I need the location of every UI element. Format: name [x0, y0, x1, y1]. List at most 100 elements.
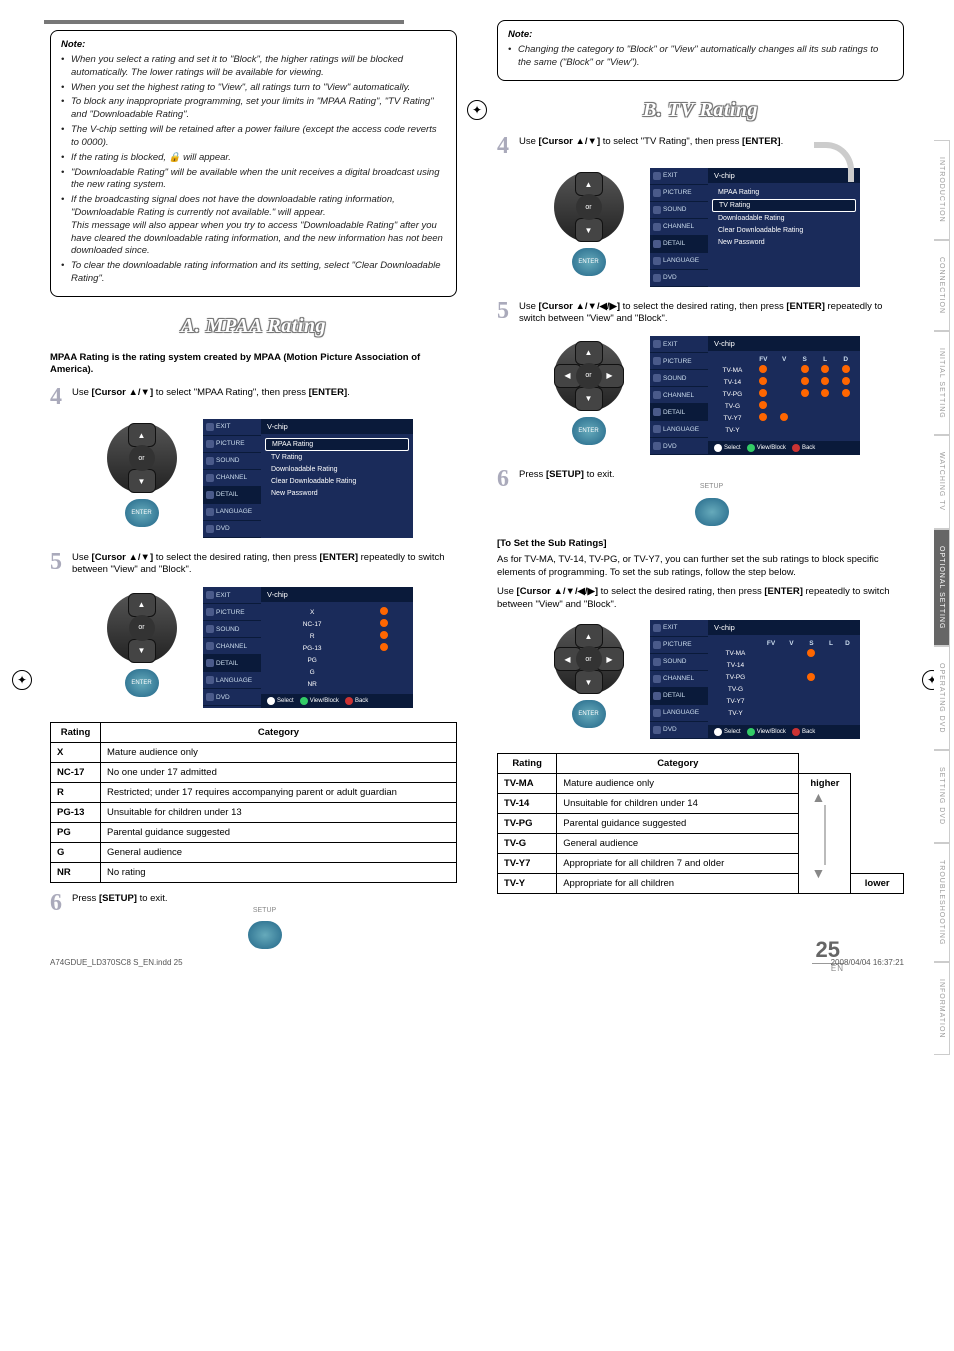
lower-label: lower	[865, 878, 890, 889]
dpad-center: or	[129, 615, 155, 641]
rating-desc: Unsuitable for children under 13	[101, 803, 457, 823]
channel-icon	[206, 474, 214, 482]
txt: Use	[519, 136, 539, 147]
language-icon	[206, 676, 214, 684]
exit-icon	[653, 340, 661, 348]
viewblock-icon	[747, 444, 755, 452]
page-footer: 25 EN	[812, 937, 844, 973]
section-title-label: B. TV Rating	[643, 99, 758, 121]
cell: G	[265, 666, 359, 678]
picture-icon	[206, 440, 214, 448]
osd-item: TV Rating	[265, 452, 409, 463]
dpad-down-icon: ▼	[128, 639, 156, 663]
osd-sidebar-item: PICTURE	[203, 436, 261, 453]
osd-item: Clear Downloadable Rating	[712, 225, 856, 236]
txt: to select "MPAA Rating", then press	[153, 387, 308, 398]
channel-icon	[653, 391, 661, 399]
osd-sidebar-item: CHANNEL	[203, 470, 261, 487]
txt: to select "TV Rating", then press	[600, 136, 742, 147]
rating-desc: No one under 17 admitted	[101, 763, 457, 783]
row: TV-14	[712, 376, 753, 388]
arrow-down-icon: ▼	[805, 865, 831, 881]
txt: to select the desired rating, then press	[620, 301, 786, 312]
sub-ratings-body: As for TV-MA, TV-14, TV-PG, or TV-Y7, yo…	[497, 553, 904, 580]
rating-code: TV-14	[498, 793, 557, 813]
section-tab: TROUBLESHOOTING	[934, 843, 950, 962]
dvd-icon	[206, 693, 214, 701]
osd-sidebar-item: DETAIL	[650, 404, 708, 421]
osd-item: MPAA Rating	[712, 187, 856, 198]
lock-icon	[821, 377, 829, 385]
osd-item: Downloadable Rating	[265, 464, 409, 475]
note-item: The V-chip setting will be retained afte…	[61, 124, 446, 150]
osd-title: V-chip	[261, 587, 413, 602]
lbl: PICTURE	[663, 358, 692, 365]
section-tab: SETTING DVD	[934, 750, 950, 842]
txt: Press	[72, 893, 99, 904]
osd-sidebar-item: CHANNEL	[650, 671, 708, 688]
enter-button-icon: ENTER	[572, 700, 606, 728]
note-item: If the rating is blocked, 🔒 will appear.	[61, 152, 446, 165]
osd-sidebar-item: EXIT	[650, 168, 708, 185]
dpad-up-icon: ▲	[575, 624, 603, 648]
row: TV-Y7	[712, 412, 753, 424]
sound-icon	[206, 457, 214, 465]
note-item: If the broadcasting signal does not have…	[61, 194, 446, 258]
header-rule	[44, 20, 404, 24]
rating-code: TV-PG	[498, 813, 557, 833]
rating-desc: General audience	[557, 833, 799, 853]
back-icon	[792, 728, 800, 736]
osd-sidebar: EXIT PICTURE SOUND CHANNEL DETAIL LANGUA…	[650, 168, 708, 287]
arrow-up-icon: ▲	[805, 789, 831, 805]
rating-desc: General audience	[101, 843, 457, 863]
osd-sidebar-item: PICTURE	[650, 637, 708, 654]
dvd-icon	[653, 442, 661, 450]
lbl: DVD	[663, 726, 677, 733]
col: V	[783, 639, 799, 648]
note-title: Note:	[61, 39, 446, 50]
osd-sidebar: EXIT PICTURE SOUND CHANNEL DETAIL LANGUA…	[203, 587, 261, 708]
button-ref: [SETUP]	[546, 469, 584, 480]
step-body: Use [Cursor ▲/▼] to select the desired r…	[72, 552, 457, 578]
txt: to select the desired rating, then press	[598, 586, 764, 597]
section-tab: WATCHING TV	[934, 435, 950, 528]
lock-icon	[801, 377, 809, 385]
lbl: SOUND	[663, 375, 686, 382]
step-5-left: 5 Use [Cursor ▲/▼] to select the desired…	[50, 552, 457, 578]
remote-dpad-illustration: ▲ ▼ or ENTER	[94, 593, 189, 703]
lbl: SOUND	[663, 658, 686, 665]
lock-icon	[759, 413, 767, 421]
osd-sidebar: EXIT PICTURE SOUND CHANNEL DETAIL LANGUA…	[203, 419, 261, 538]
higher-label: higher	[810, 778, 839, 789]
setup-button-icon	[695, 498, 729, 526]
txt: Use	[72, 552, 92, 563]
rating-desc: Parental guidance suggested	[101, 823, 457, 843]
detail-icon	[653, 408, 661, 416]
lbl: DETAIL	[216, 660, 238, 667]
rating-desc: Appropriate for all children 7 and older	[557, 853, 799, 873]
osd-sidebar-item: SOUND	[650, 654, 708, 671]
lock-icon	[801, 365, 809, 373]
button-ref: [ENTER]	[786, 301, 825, 312]
lbl: DVD	[663, 274, 677, 281]
language-icon	[653, 425, 661, 433]
osd-sidebar-item: PICTURE	[650, 185, 708, 202]
osd-sidebar-item: DETAIL	[650, 688, 708, 705]
sound-icon	[653, 374, 661, 382]
txt: Use	[497, 586, 517, 597]
exit-icon	[206, 591, 214, 599]
sound-icon	[653, 658, 661, 666]
cell: PG	[265, 654, 359, 666]
step-number: 6	[50, 891, 62, 915]
lock-icon	[380, 619, 388, 627]
rating-code: NC-17	[51, 763, 101, 783]
dpad-down-icon: ▼	[575, 218, 603, 242]
row: TV-Y	[712, 424, 753, 436]
tv-rating-table: Rating Category TV-MAMature audience onl…	[497, 753, 904, 894]
dvd-icon	[653, 726, 661, 734]
osd-item: New Password	[265, 488, 409, 499]
step-6-left: 6 Press [SETUP] to exit. SETUP	[50, 893, 457, 949]
lbl: PICTURE	[216, 609, 245, 616]
setup-label: SETUP	[519, 482, 904, 491]
step-number: 6	[497, 467, 509, 491]
